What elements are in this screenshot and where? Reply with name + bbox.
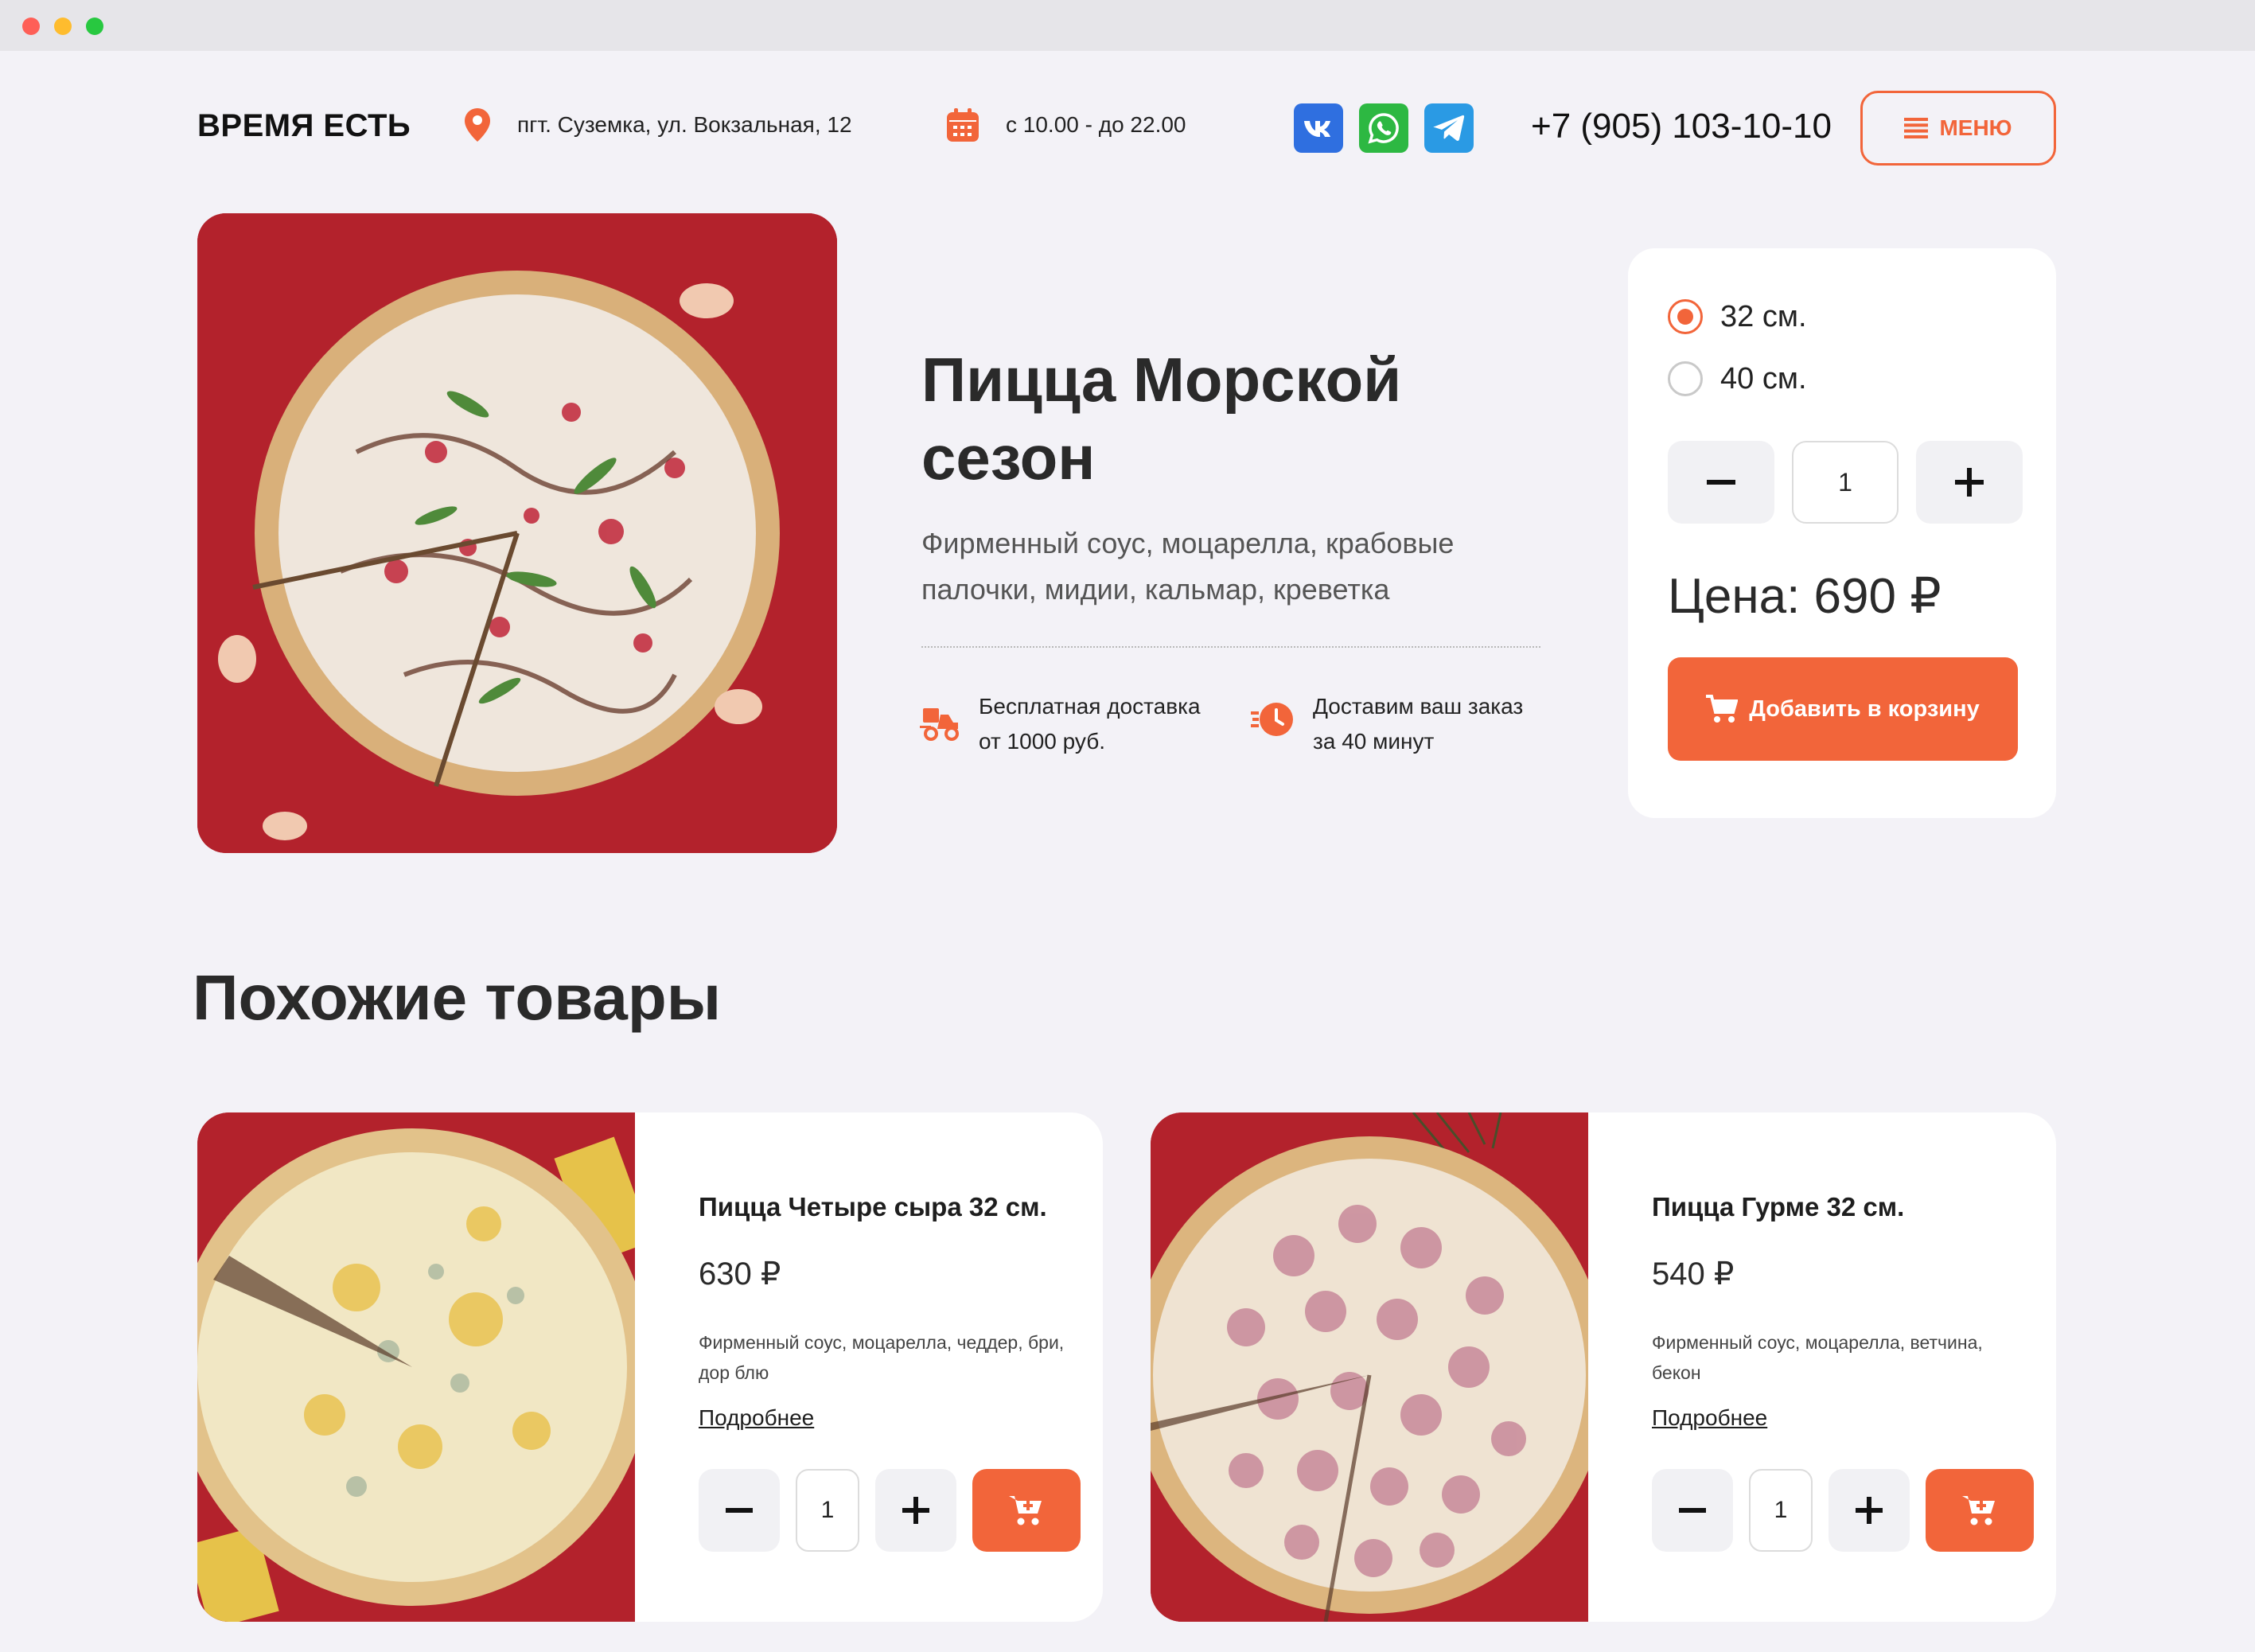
fast-clock-icon	[1251, 703, 1293, 736]
product-card-image	[197, 1112, 635, 1622]
details-link[interactable]: Подробнее	[1652, 1405, 1767, 1431]
quantity-stepper	[1652, 1469, 2034, 1552]
product-card-price: 540 ₽	[1652, 1257, 1735, 1292]
social-links	[1294, 103, 1474, 153]
product-card: Пицца Гурме 32 см. 540 ₽ Фирменный соус,…	[1151, 1112, 2056, 1622]
whatsapp-icon[interactable]	[1359, 103, 1408, 153]
similar-products-title: Похожие товары	[193, 962, 722, 1033]
size-option-label: 40 см.	[1720, 361, 1807, 395]
fast-delivery-feature: Доставим ваш заказ за 40 минут	[1251, 689, 1523, 759]
delivery-scooter-icon	[920, 708, 959, 741]
menu-button[interactable]: МЕНЮ	[1860, 91, 2056, 166]
size-option-label: 32 см.	[1720, 299, 1807, 333]
product-description: Фирменный соус, моцарелла, крабовые пало…	[921, 527, 1455, 606]
product-card: Пицца Четыре сыра 32 см. 630 ₽ Фирменный…	[197, 1112, 1103, 1622]
increase-quantity-button[interactable]	[1829, 1469, 1910, 1552]
hamburger-icon	[1904, 118, 1929, 138]
window-titlebar	[0, 0, 2255, 51]
opening-hours: с 10.00 - до 22.00	[947, 108, 1186, 142]
product-card-name[interactable]: Пицца Четыре сыра 32 см.	[699, 1192, 1047, 1222]
location-pin-icon	[465, 108, 490, 142]
cart-plus-icon	[1009, 1496, 1042, 1525]
minus-icon	[726, 1508, 753, 1513]
free-delivery-feature: Бесплатная доставка от 1000 руб.	[920, 689, 1201, 759]
calendar-icon	[947, 108, 979, 142]
decrease-quantity-button[interactable]	[699, 1469, 780, 1552]
quantity-stepper	[1668, 441, 2023, 524]
minus-icon	[1707, 480, 1735, 485]
vk-icon[interactable]	[1294, 103, 1343, 153]
product-price: Цена: 690 ₽	[1668, 569, 1941, 624]
product-card-description: Фирменный соус, моцарелла, чеддер, бри, …	[699, 1332, 1065, 1383]
phone-number[interactable]: +7 (905) 103-10-10	[1531, 107, 1832, 146]
decrease-quantity-button[interactable]	[1668, 441, 1774, 524]
radio-unchecked-icon[interactable]	[1668, 361, 1703, 396]
product-card-name[interactable]: Пицца Гурме 32 см.	[1652, 1192, 1904, 1222]
hours-text: с 10.00 - до 22.00	[1006, 112, 1186, 137]
decrease-quantity-button[interactable]	[1652, 1469, 1733, 1552]
fast-delivery-line1: Доставим ваш заказ	[1313, 694, 1524, 719]
add-to-cart-button[interactable]	[972, 1469, 1081, 1552]
quantity-input[interactable]	[1749, 1469, 1813, 1552]
product-title: Пицца Морской сезон	[921, 345, 1402, 493]
free-delivery-line1: Бесплатная доставка	[979, 694, 1201, 719]
plus-icon	[1856, 1497, 1883, 1524]
size-option-40[interactable]: 40 см.	[1668, 361, 1807, 396]
telegram-icon[interactable]	[1424, 103, 1474, 153]
purchase-card: 32 см. 40 см. Цена: 690 ₽ Добавить в кор…	[1628, 248, 2056, 818]
free-delivery-line2: от 1000 руб.	[979, 729, 1106, 754]
cart-plus-icon	[1962, 1496, 1995, 1525]
quantity-input[interactable]	[1792, 441, 1899, 524]
product-image	[197, 213, 837, 853]
product-card-image	[1151, 1112, 1588, 1622]
cart-icon	[1706, 695, 1739, 723]
add-to-cart-button[interactable]	[1926, 1469, 2034, 1552]
size-option-32[interactable]: 32 см.	[1668, 299, 1807, 334]
menu-button-label: МЕНЮ	[1939, 115, 2012, 140]
details-link[interactable]: Подробнее	[699, 1405, 814, 1431]
radio-checked-icon[interactable]	[1668, 299, 1703, 334]
site-logo[interactable]: ВРЕМЯ ЕСТЬ	[197, 108, 411, 144]
product-card-price: 630 ₽	[699, 1257, 781, 1292]
divider	[921, 646, 1540, 648]
quantity-stepper	[699, 1469, 1081, 1552]
quantity-input[interactable]	[796, 1469, 859, 1552]
add-to-cart-button[interactable]: Добавить в корзину	[1668, 657, 2018, 761]
address-text: пгт. Суземка, ул. Вокзальная, 12	[517, 112, 852, 137]
address: пгт. Суземка, ул. Вокзальная, 12	[465, 108, 852, 142]
fast-delivery-line2: за 40 минут	[1313, 729, 1435, 754]
product-card-description: Фирменный соус, моцарелла, ветчина, беко…	[1652, 1332, 1983, 1383]
increase-quantity-button[interactable]	[1916, 441, 2023, 524]
minus-icon	[1679, 1508, 1706, 1513]
plus-icon	[902, 1497, 929, 1524]
plus-icon	[1955, 468, 1984, 497]
close-window-button[interactable]	[22, 18, 40, 35]
zoom-window-button[interactable]	[86, 18, 103, 35]
increase-quantity-button[interactable]	[875, 1469, 956, 1552]
minimize-window-button[interactable]	[54, 18, 72, 35]
add-to-cart-label: Добавить в корзину	[1749, 695, 1980, 722]
